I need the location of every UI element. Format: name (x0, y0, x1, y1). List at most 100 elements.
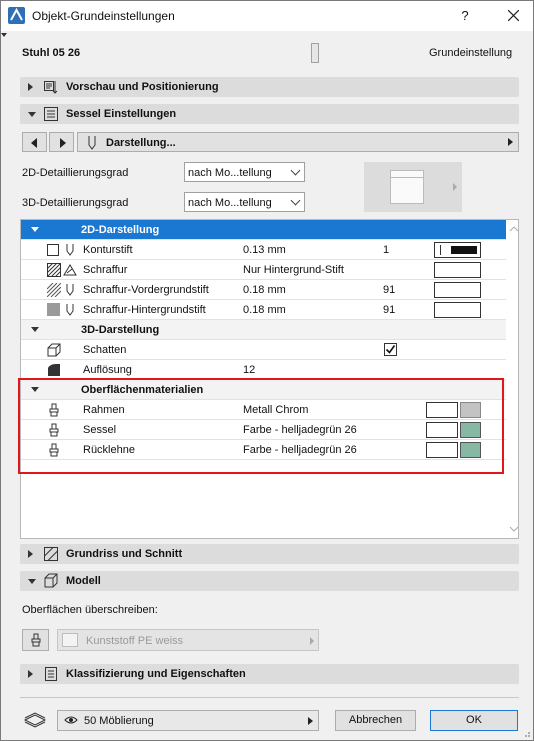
arrow-right-icon (60, 138, 66, 148)
window-title: Objekt-Grundeinstellungen (32, 9, 175, 23)
classification-list-icon (45, 667, 57, 681)
override-material-label: Kunststoff PE weiss (86, 635, 184, 647)
page-label: Darstellung... (106, 137, 176, 149)
table-row[interactable]: Konturstift 0.13 mm 1 (21, 240, 506, 260)
section-grundriss-label: Grundriss und Schnitt (66, 548, 183, 560)
collapse-right-icon (28, 550, 33, 558)
prev-page-button[interactable] (22, 132, 47, 152)
section-sessel[interactable]: Sessel Einstellungen (20, 104, 519, 124)
next-page-button[interactable] (49, 132, 74, 152)
help-button[interactable]: ? (450, 5, 480, 27)
hatch-icon (47, 263, 61, 277)
layer-label: 50 Möblierung (84, 715, 154, 727)
collapse-down-icon (31, 227, 39, 232)
eye-icon (64, 716, 78, 724)
dialog-window: Objekt-Grundeinstellungen ? Stuhl 05 26 … (0, 0, 534, 741)
chevron-down-icon (290, 195, 301, 206)
row-value: 0.18 mm (243, 284, 286, 296)
table-row[interactable]: Schraffur-Hintergrundstift 0.18 mm 91 (21, 300, 506, 320)
section-modell[interactable]: Modell (20, 571, 519, 591)
row-value: Nur Hintergrund-Stift (243, 264, 344, 276)
row-number: 91 (383, 284, 396, 296)
row-name: Schraffur-Vordergrundstift (83, 284, 209, 296)
page-select[interactable]: Darstellung... (77, 132, 519, 152)
triangle-right-icon (308, 717, 313, 725)
corner-marker-icon (1, 33, 7, 37)
preview-thumbnail[interactable] (364, 162, 462, 212)
foreground-hatch-icon (47, 283, 61, 297)
detail-3d-select[interactable]: nach Mo...tellung (184, 192, 305, 212)
preview-image (390, 170, 424, 204)
section-klassifizierung[interactable]: Klassifizierung und Eigenschaften (20, 664, 519, 684)
section-sessel-label: Sessel Einstellungen (66, 108, 177, 120)
floorplan-section-icon (44, 547, 58, 561)
title-bar: Objekt-Grundeinstellungen ? (1, 1, 533, 31)
detail-3d-value: nach Mo...tellung (188, 197, 272, 209)
override-toggle-button[interactable] (22, 629, 49, 651)
detail-2d-label: 2D-Detaillierungsgrad (22, 167, 129, 179)
row-value: 0.13 mm (243, 244, 286, 256)
row-name: Schraffur (83, 264, 128, 276)
row-number: 91 (383, 304, 396, 316)
collapse-down-icon (28, 112, 36, 117)
detail-2d-select[interactable]: nach Mo...tellung (184, 162, 305, 182)
pen-swatch[interactable] (434, 282, 481, 298)
detail-2d-value: nach Mo...tellung (188, 167, 272, 179)
checkmark-icon (385, 345, 396, 354)
footer-divider (20, 697, 519, 698)
hatch-swatch[interactable] (434, 262, 481, 278)
row-name: Auflösung (83, 364, 132, 376)
close-icon (507, 9, 519, 22)
scroll-down-icon[interactable] (509, 524, 519, 534)
shadow-cube-icon (47, 343, 61, 357)
contour-square-icon (47, 244, 59, 256)
group-2d-row[interactable]: 2D-Darstellung (21, 220, 506, 240)
table-row[interactable]: Schatten (21, 340, 506, 360)
table-row[interactable]: Schraffur Nur Hintergrund-Stift (21, 260, 506, 280)
object-name: Stuhl 05 26 (22, 47, 81, 59)
preview-position-icon (44, 81, 58, 94)
group-3d-row[interactable]: 3D-Darstellung (21, 320, 506, 340)
section-grundriss[interactable]: Grundriss und Schnitt (20, 544, 519, 564)
collapse-right-icon (28, 83, 33, 91)
splitter-handle[interactable] (311, 43, 319, 63)
table-row[interactable]: Auflösung 12 (21, 360, 506, 380)
pen-swatch[interactable] (434, 302, 481, 318)
section-modell-label: Modell (66, 575, 101, 587)
collapse-down-icon (31, 327, 39, 332)
row-value: 12 (243, 364, 256, 376)
pen-icon (66, 304, 74, 316)
resolution-icon (48, 364, 60, 376)
row-value: 0.18 mm (243, 304, 286, 316)
collapse-right-icon (28, 670, 33, 678)
triangle-right-icon (508, 138, 513, 146)
pen-icon (88, 136, 96, 150)
pen-icon (66, 284, 74, 296)
ok-button[interactable]: OK (430, 710, 518, 731)
section-klassifizierung-label: Klassifizierung und Eigenschaften (66, 668, 246, 680)
preview-arrow-icon (453, 183, 457, 191)
group-2d-label: 2D-Darstellung (81, 224, 160, 236)
table-row[interactable]: Schraffur-Vordergrundstift 0.18 mm 91 (21, 280, 506, 300)
override-material-select[interactable]: Kunststoff PE weiss (57, 629, 319, 651)
row-name: Konturstift (83, 244, 133, 256)
mode-label: Grundeinstellung (429, 47, 513, 59)
override-label: Oberflächen überschreiben: (22, 604, 158, 616)
row-number: 1 (383, 244, 390, 256)
layer-select[interactable]: 50 Möblierung (57, 710, 319, 731)
close-button[interactable] (498, 5, 528, 27)
collapse-down-icon (28, 579, 36, 584)
row-name: Schatten (83, 344, 127, 356)
schatten-checkbox[interactable] (384, 343, 397, 356)
background-fill-icon (47, 303, 60, 316)
pen-swatch[interactable] (434, 242, 481, 258)
section-preview[interactable]: Vorschau und Positionierung (20, 77, 519, 97)
scroll-up-icon[interactable] (509, 224, 519, 234)
pen-icon (66, 244, 74, 256)
cancel-button[interactable]: Abbrechen (335, 710, 416, 731)
arrow-left-icon (31, 138, 37, 148)
highlight-box (18, 378, 504, 474)
triangle-right-icon (310, 637, 314, 645)
resize-grip-icon[interactable] (521, 728, 531, 738)
section-preview-label: Vorschau und Positionierung (66, 81, 219, 93)
